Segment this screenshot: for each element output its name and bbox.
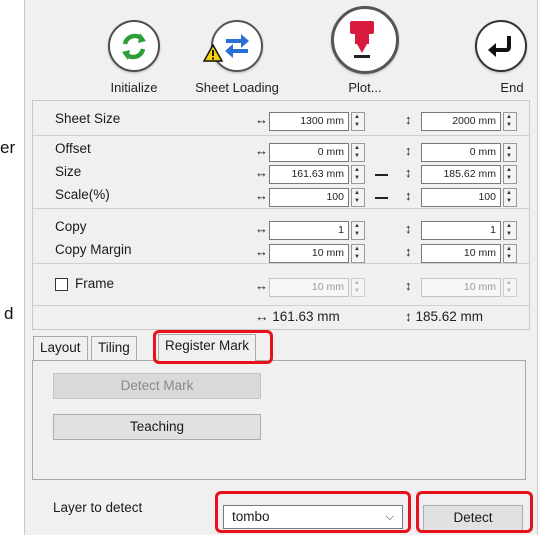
offset-y-spinner[interactable]: ▲ ▼ (503, 143, 517, 162)
vertical-arrow-icon: ↕ (405, 188, 412, 203)
sheet-height-input[interactable]: 2000 mm (421, 112, 501, 131)
copy-margin-x-input[interactable]: 10 mm (269, 244, 349, 263)
tab-tiling[interactable]: Tiling (91, 336, 137, 360)
vertical-arrow-icon: ↕ (405, 221, 412, 236)
copy-margin-label: Copy Margin (55, 242, 132, 257)
offset-x-spinner[interactable]: ▲ ▼ (351, 143, 365, 162)
vertical-arrow-icon: ↕ (405, 112, 412, 127)
aspect-link-icon (375, 197, 388, 199)
sheet-loading-label: Sheet Loading (195, 80, 279, 95)
frame-label: Frame (75, 276, 115, 291)
end-label: End (500, 80, 524, 95)
scale-y-spinner[interactable]: ▲ ▼ (503, 188, 517, 207)
horizontal-arrow-icon: ↔ (255, 221, 268, 236)
end-button[interactable]: End (459, 6, 543, 96)
detect-mark-button[interactable]: Detect Mark (53, 373, 261, 399)
total-height-readout: ↕ 185.62 mm (405, 309, 484, 324)
vertical-arrow-icon: ↕ (405, 244, 412, 259)
initialize-button[interactable]: Initialize (92, 6, 176, 96)
vertical-arrow-icon: ↕ (405, 278, 412, 293)
horizontal-arrow-icon: ↔ (255, 112, 268, 127)
frame-x-spinner[interactable]: ▲ ▼ (351, 278, 365, 297)
teaching-button[interactable]: Teaching (53, 414, 261, 440)
copy-y-spinner[interactable]: ▲ ▼ (503, 221, 517, 240)
layer-to-detect-label: Layer to detect (53, 500, 143, 515)
horizontal-arrow-icon: ↔ (255, 143, 268, 158)
divider (33, 305, 529, 306)
register-mark-panel: Detect Mark Teaching (32, 360, 526, 480)
divider (33, 263, 529, 264)
size-label: Size (55, 164, 82, 179)
frame-y-input[interactable]: 10 mm (421, 278, 501, 297)
scale-y-input[interactable]: 100 (421, 188, 501, 207)
size-width-spinner[interactable]: ▲ ▼ (351, 165, 365, 184)
scale-x-spinner[interactable]: ▲ ▼ (351, 188, 365, 207)
cropped-text-er: er (0, 138, 16, 157)
copy-margin-y-input[interactable]: 10 mm (421, 244, 501, 263)
vertical-arrow-icon: ↕ (405, 165, 412, 180)
aspect-link-icon (375, 174, 388, 176)
plot-dialog: Initialize Sheet Loading Plot... End She… (24, 0, 538, 535)
scale-label: Scale(%) (55, 187, 110, 202)
copy-x-spinner[interactable]: ▲ ▼ (351, 221, 365, 240)
offset-x-input[interactable]: 0 mm (269, 143, 349, 162)
horizontal-arrow-icon: ↔ (255, 188, 268, 203)
copy-margin-x-spinner[interactable]: ▲ ▼ (351, 244, 365, 263)
detect-button-highlight (416, 491, 533, 533)
warning-icon (202, 43, 224, 67)
frame-checkbox[interactable] (55, 278, 68, 291)
cropped-text-d: d (4, 304, 14, 323)
layer-select-highlight (215, 491, 411, 533)
divider (33, 208, 529, 209)
vertical-arrow-icon: ↕ (405, 143, 412, 158)
layout-settings-table: Sheet Size ↔ 1300 mm ▲ ▼ ↕ 2000 mm ▲ ▼ Off… (32, 100, 530, 330)
tab-layout[interactable]: Layout (33, 336, 88, 360)
offset-y-input[interactable]: 0 mm (421, 143, 501, 162)
sheet-width-spinner[interactable]: ▲ ▼ (351, 112, 365, 131)
size-height-spinner[interactable]: ▲ ▼ (503, 165, 517, 184)
refresh-icon (108, 20, 160, 72)
size-height-input[interactable]: 185.62 mm (421, 165, 501, 184)
sheet-width-input[interactable]: 1300 mm (269, 112, 349, 131)
horizontal-arrow-icon: ↔ (255, 165, 268, 180)
total-width-readout: ↔ 161.63 mm (255, 309, 340, 324)
plot-label: Plot... (348, 80, 382, 95)
scale-x-input[interactable]: 100 (269, 188, 349, 207)
sheet-height-spinner[interactable]: ▲ ▼ (503, 112, 517, 131)
return-arrow-icon (475, 20, 527, 72)
copy-x-input[interactable]: 1 (269, 221, 349, 240)
horizontal-arrow-icon: ↔ (255, 244, 268, 259)
plot-button[interactable]: Plot... (323, 6, 407, 96)
initialize-label: Initialize (110, 80, 158, 95)
offset-label: Offset (55, 141, 91, 156)
copy-y-input[interactable]: 1 (421, 221, 501, 240)
horizontal-arrow-icon: ↔ (255, 278, 268, 293)
frame-x-input[interactable]: 10 mm (269, 278, 349, 297)
divider (33, 135, 529, 136)
sheet-loading-button[interactable]: Sheet Loading (195, 6, 279, 96)
copy-margin-y-spinner[interactable]: ▲ ▼ (503, 244, 517, 263)
size-width-input[interactable]: 161.63 mm (269, 165, 349, 184)
plotter-icon (331, 6, 399, 74)
copy-label: Copy (55, 219, 87, 234)
frame-y-spinner[interactable]: ▲ ▼ (503, 278, 517, 297)
sheet-size-label: Sheet Size (55, 111, 121, 126)
register-mark-tab-highlight (153, 330, 273, 364)
